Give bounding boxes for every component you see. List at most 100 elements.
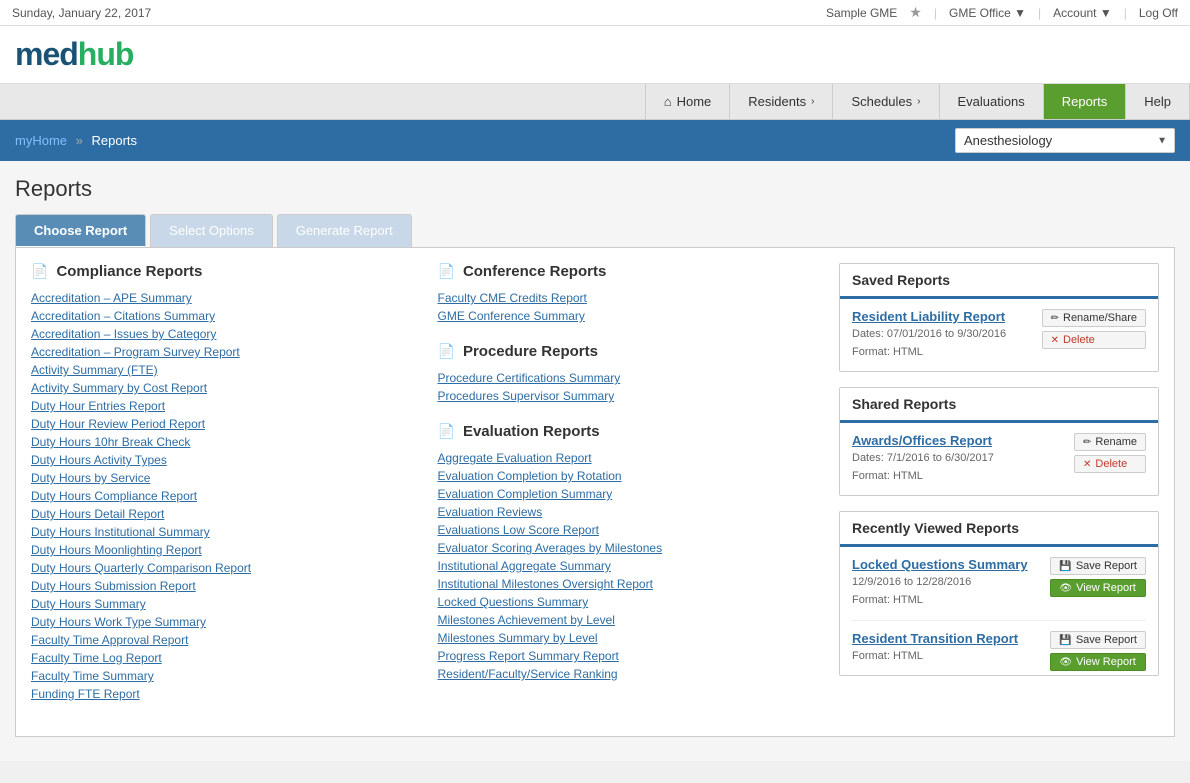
chevron-right-icon: › [811, 96, 814, 107]
report-link[interactable]: Procedure Certifications Summary [438, 371, 621, 385]
breadcrumb-home[interactable]: myHome [15, 133, 67, 148]
list-item: Duty Hours by Service [31, 470, 418, 485]
report-link[interactable]: Duty Hours Activity Types [31, 453, 167, 467]
report-link[interactable]: Duty Hours 10hr Break Check [31, 435, 190, 449]
report-link[interactable]: Faculty CME Credits Report [438, 291, 587, 305]
account-link[interactable]: Account ▼ [1053, 6, 1112, 20]
compliance-reports-header: 📄 Compliance Reports [31, 263, 418, 280]
logo[interactable]: medhub [15, 36, 1175, 73]
list-item: Duty Hours Submission Report [31, 578, 418, 593]
nav-help[interactable]: Help [1126, 84, 1190, 119]
report-link[interactable]: Evaluation Completion Summary [438, 487, 613, 501]
delete-button[interactable]: Delete [1074, 455, 1146, 473]
list-item: Procedures Supervisor Summary [438, 388, 825, 403]
list-item: Duty Hour Entries Report [31, 398, 418, 413]
rename-button[interactable]: Rename [1074, 433, 1146, 451]
logoff-link[interactable]: Log Off [1139, 6, 1178, 20]
report-link[interactable]: Institutional Aggregate Summary [438, 559, 611, 573]
report-link[interactable]: Institutional Milestones Oversight Repor… [438, 577, 653, 591]
list-item: Resident/Faculty/Service Ranking [438, 666, 825, 681]
report-link[interactable]: GME Conference Summary [438, 309, 585, 323]
report-link[interactable]: Evaluations Low Score Report [438, 523, 599, 537]
list-item: Funding FTE Report [31, 686, 418, 701]
report-link[interactable]: Milestones Summary by Level [438, 631, 598, 645]
report-link[interactable]: Duty Hours Compliance Report [31, 489, 197, 503]
nav-home[interactable]: ⌂ Home [645, 84, 731, 119]
view-report-button[interactable]: View Report [1050, 653, 1146, 671]
report-link[interactable]: Accreditation – Citations Summary [31, 309, 215, 323]
report-link[interactable]: Duty Hours Work Type Summary [31, 615, 206, 629]
view-report-button[interactable]: View Report [1050, 579, 1146, 597]
report-link[interactable]: Procedures Supervisor Summary [438, 389, 615, 403]
report-link[interactable]: Duty Hours Institutional Summary [31, 525, 210, 539]
list-item: Duty Hours Institutional Summary [31, 524, 418, 539]
user-label: Sample GME [826, 6, 897, 20]
report-link[interactable]: Duty Hours Moonlighting Report [31, 543, 202, 557]
report-link[interactable]: Duty Hour Review Period Report [31, 417, 205, 431]
doc-icon: 📄 [438, 343, 455, 360]
eye-icon [1059, 582, 1072, 594]
save-report-button[interactable]: Save Report [1050, 631, 1146, 649]
left-column: 📄 Compliance Reports Accreditation – APE… [31, 263, 418, 721]
save-icon [1059, 634, 1071, 646]
nav-residents[interactable]: Residents › [730, 84, 833, 119]
report-link[interactable]: Accreditation – Issues by Category [31, 327, 216, 341]
list-item: Milestones Summary by Level [438, 630, 825, 645]
list-item: Evaluation Reviews [438, 504, 825, 519]
report-link[interactable]: Duty Hours Detail Report [31, 507, 164, 521]
tab-select-options[interactable]: Select Options [150, 214, 273, 247]
doc-icon: 📄 [31, 263, 48, 280]
report-link[interactable]: Resident/Faculty/Service Ranking [438, 667, 618, 681]
report-link[interactable]: Milestones Achievement by Level [438, 613, 615, 627]
report-link[interactable]: Faculty Time Approval Report [31, 633, 188, 647]
main-panel: 📄 Compliance Reports Accreditation – APE… [15, 247, 1175, 737]
shared-report-actions: Rename Delete [1074, 433, 1146, 473]
doc-icon: 📄 [438, 423, 455, 440]
gme-office-link[interactable]: GME Office ▼ [949, 6, 1026, 20]
nav-evaluations[interactable]: Evaluations [940, 84, 1044, 119]
report-link[interactable]: Funding FTE Report [31, 687, 140, 701]
recent-reports-body: Save Report View Report Locked Questions… [840, 547, 1158, 675]
list-item: Evaluator Scoring Averages by Milestones [438, 540, 825, 555]
report-link[interactable]: Progress Report Summary Report [438, 649, 619, 663]
home-icon: ⌂ [664, 94, 672, 109]
report-link[interactable]: Evaluator Scoring Averages by Milestones [438, 541, 663, 555]
department-select[interactable]: Anesthesiology [955, 128, 1175, 153]
report-link[interactable]: Evaluation Completion by Rotation [438, 469, 622, 483]
list-item: Evaluation Completion Summary [438, 486, 825, 501]
nav-bar: ⌂ Home Residents › Schedules › Evaluatio… [0, 84, 1190, 120]
report-link[interactable]: Duty Hours Submission Report [31, 579, 196, 593]
right-column: 📄 Conference Reports Faculty CME Credits… [438, 263, 825, 721]
rename-share-button[interactable]: Rename/Share [1042, 309, 1146, 327]
save-report-button[interactable]: Save Report [1050, 557, 1146, 575]
report-link[interactable]: Evaluation Reviews [438, 505, 543, 519]
nav-reports[interactable]: Reports [1044, 84, 1127, 119]
list-item: Activity Summary by Cost Report [31, 380, 418, 395]
list-item: Duty Hours Activity Types [31, 452, 418, 467]
report-link[interactable]: Locked Questions Summary [438, 595, 589, 609]
report-link[interactable]: Accreditation – Program Survey Report [31, 345, 240, 359]
delete-button[interactable]: Delete [1042, 331, 1146, 349]
star-icon[interactable]: ★ [909, 4, 922, 21]
nav-schedules[interactable]: Schedules › [833, 84, 939, 119]
report-link[interactable]: Activity Summary by Cost Report [31, 381, 207, 395]
report-link[interactable]: Duty Hours Quarterly Comparison Report [31, 561, 251, 575]
report-link[interactable]: Duty Hours by Service [31, 471, 150, 485]
tab-choose-report[interactable]: Choose Report [15, 214, 146, 247]
report-link[interactable]: Duty Hours Summary [31, 597, 146, 611]
chevron-right-icon: › [917, 96, 920, 107]
report-link[interactable]: Aggregate Evaluation Report [438, 451, 592, 465]
saved-report-item: Rename/Share Delete Resident Liability R… [852, 309, 1146, 361]
shared-report-item: Rename Delete Awards/Offices Report Date… [852, 433, 1146, 485]
report-link[interactable]: Activity Summary (FTE) [31, 363, 158, 377]
saved-reports-header: Saved Reports [840, 264, 1158, 299]
report-link[interactable]: Duty Hour Entries Report [31, 399, 165, 413]
list-item: Accreditation – Issues by Category [31, 326, 418, 341]
doc-icon: 📄 [438, 263, 455, 280]
report-link[interactable]: Faculty Time Log Report [31, 651, 162, 665]
report-link[interactable]: Faculty Time Summary [31, 669, 154, 683]
recent-report-actions: Save Report View Report [1050, 557, 1146, 597]
tab-generate-report[interactable]: Generate Report [277, 214, 412, 247]
list-item: Duty Hours Summary [31, 596, 418, 611]
report-link[interactable]: Accreditation – APE Summary [31, 291, 192, 305]
